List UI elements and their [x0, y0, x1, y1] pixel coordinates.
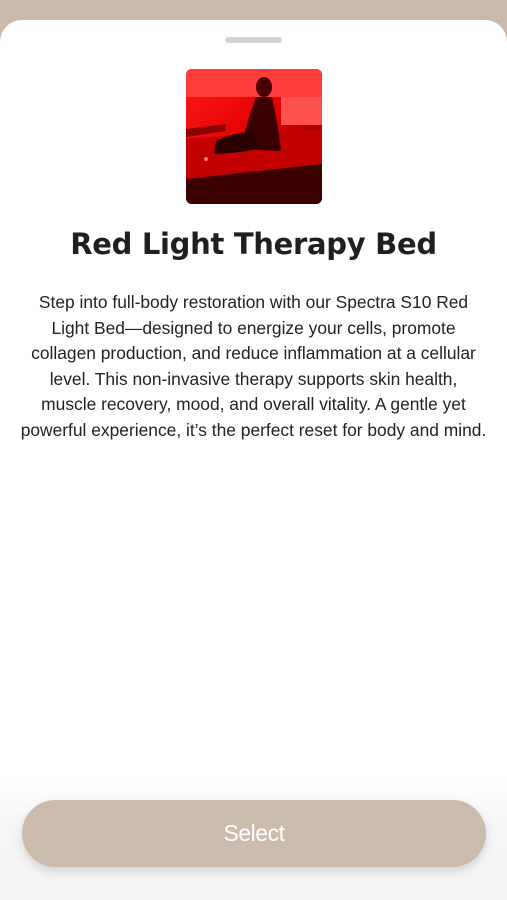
product-description: Step into full-body restoration with our… [20, 292, 487, 440]
red-light-bed-photo [186, 69, 322, 204]
product-image [186, 69, 322, 204]
select-button[interactable]: Select [22, 800, 486, 867]
product-title: Red Light Therapy Bed [70, 227, 437, 261]
sheet-grabber-handle[interactable] [225, 37, 282, 43]
bottom-sheet: Red Light Therapy Bed Step into full-bod… [0, 20, 507, 900]
